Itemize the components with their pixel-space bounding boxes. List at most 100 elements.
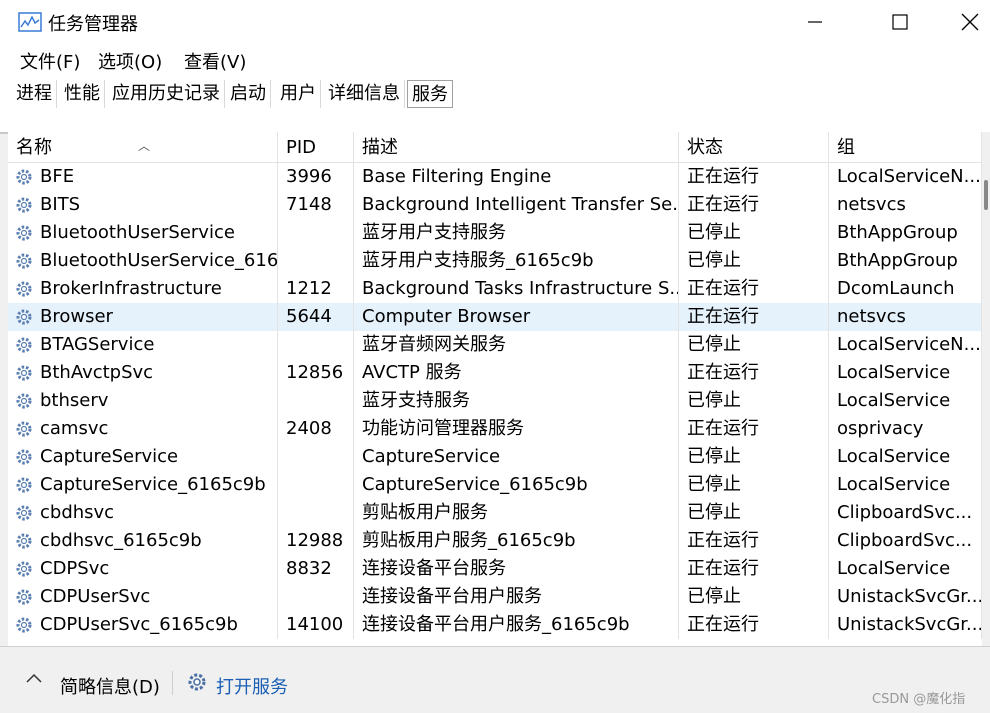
column-header-pid[interactable]: PID — [278, 132, 354, 162]
tab-processes[interactable]: 进程 — [12, 80, 57, 108]
cell-name: BluetoothUserService_616... — [8, 247, 278, 275]
maximize-button[interactable] — [865, 0, 935, 44]
tab-app-history[interactable]: 应用历史记录 — [108, 80, 225, 108]
footer-divider — [172, 671, 173, 695]
cell-pid: 1212 — [278, 275, 354, 303]
table-row[interactable]: BrokerInfrastructure 1212 Background Tasks… — [8, 275, 982, 303]
table-row[interactable]: BluetoothUserService 蓝牙用户支持服务 已停止 BthAppGro… — [8, 219, 982, 247]
table-header: 名称 ︿ PID 描述 状态 组 — [8, 132, 982, 163]
footer-bar: 简略信息(D) 打开服务 — [0, 646, 990, 713]
tab-users[interactable]: 用户 — [276, 80, 321, 108]
menu-bar: 文件(F) 选项(O) 查看(V) — [0, 44, 990, 76]
gear-icon — [14, 447, 34, 467]
column-header-group[interactable]: 组 — [829, 132, 982, 162]
cell-description: 功能访问管理器服务 — [354, 415, 679, 443]
column-header-name[interactable]: 名称 ︿ — [8, 132, 278, 162]
cell-pid: 2408 — [278, 415, 354, 443]
cell-status: 已停止 — [679, 583, 829, 611]
service-name: BFE — [40, 166, 75, 187]
cell-pid: 5644 — [278, 303, 354, 331]
cell-pid: 14100 — [278, 611, 354, 639]
cell-status: 已停止 — [679, 247, 829, 275]
table-row[interactable]: CDPUserSvc_6165c9b 14100 连接设备平台用户服务_6165c9… — [8, 611, 982, 639]
scrollbar-thumb[interactable] — [984, 180, 988, 210]
table-row[interactable]: CaptureService_6165c9b CaptureService_616… — [8, 471, 982, 499]
cell-name: BTAGService — [8, 331, 278, 359]
cell-group: LocalService — [829, 387, 982, 415]
table-row[interactable]: camsvc 2408 功能访问管理器服务 正在运行 osprivacy — [8, 415, 982, 443]
table-row[interactable]: CDPUserSvc 连接设备平台用户服务 已停止 UnistackSvcGr... — [8, 583, 982, 611]
cell-description: 连接设备平台用户服务 — [354, 583, 679, 611]
tab-startup[interactable]: 启动 — [226, 80, 271, 108]
table-row[interactable]: Browser 5644 Computer Browser 正在运行 netsvcs — [8, 303, 982, 331]
window-title: 任务管理器 — [48, 14, 138, 35]
tab-services[interactable]: 服务 — [407, 80, 453, 108]
cell-name: cbdhsvc_6165c9b — [8, 527, 278, 555]
service-name: bthserv — [40, 390, 109, 411]
table-row[interactable]: BITS 7148 Background Intelligent Transfer … — [8, 191, 982, 219]
cell-group: ClipboardSvc... — [829, 527, 982, 555]
cell-pid — [278, 499, 354, 527]
cell-name: CDPUserSvc — [8, 583, 278, 611]
cell-group: LocalService — [829, 443, 982, 471]
table-row[interactable]: CDPSvc 8832 连接设备平台服务 正在运行 LocalService — [8, 555, 982, 583]
service-name: CDPSvc — [40, 558, 110, 579]
table-row[interactable]: CaptureService CaptureService 已停止 LocalServ… — [8, 443, 982, 471]
table-row[interactable]: bthserv 蓝牙支持服务 已停止 LocalService — [8, 387, 982, 415]
menu-view[interactable]: 查看(V) — [184, 48, 246, 74]
service-name: BluetoothUserService — [40, 222, 235, 243]
tab-details[interactable]: 详细信息 — [324, 80, 405, 108]
table-row[interactable]: cbdhsvc 剪贴板用户服务 已停止 ClipboardSvc... — [8, 499, 982, 527]
cell-group: DcomLaunch — [829, 275, 982, 303]
table-row[interactable]: BluetoothUserService_616... 蓝牙用户支持服务_6165… — [8, 247, 982, 275]
vertical-scrollbar[interactable] — [982, 132, 990, 646]
services-table: 名称 ︿ PID 描述 状态 组 BFE 3996 Base Filtering E… — [8, 132, 982, 646]
cell-description: 蓝牙支持服务 — [354, 387, 679, 415]
chevron-up-icon[interactable] — [24, 671, 44, 685]
gear-icon — [14, 195, 34, 215]
menu-options[interactable]: 选项(O) — [98, 48, 162, 74]
cell-name: BluetoothUserService — [8, 219, 278, 247]
cell-pid: 12856 — [278, 359, 354, 387]
close-button[interactable] — [935, 0, 990, 44]
watermark: CSDN @魔化指 — [872, 692, 966, 707]
cell-pid — [278, 387, 354, 415]
tab-bar: 进程 性能 应用历史记录 启动 用户 详细信息 服务 — [0, 76, 990, 111]
task-manager-icon — [18, 12, 42, 32]
gear-icon — [14, 615, 34, 635]
cell-name: bthserv — [8, 387, 278, 415]
column-header-description[interactable]: 描述 — [354, 132, 679, 162]
table-row[interactable]: BthAvctpSvc 12856 AVCTP 服务 正在运行 LocalService — [8, 359, 982, 387]
cell-description: CaptureService_6165c9b — [354, 471, 679, 499]
cell-status: 已停止 — [679, 471, 829, 499]
brief-info-button[interactable]: 简略信息(D) — [60, 673, 160, 699]
cell-group: LocalServiceN... — [829, 331, 982, 359]
cell-name: BITS — [8, 191, 278, 219]
table-row[interactable]: cbdhsvc_6165c9b 12988 剪贴板用户服务_6165c9b 正在运行 C… — [8, 527, 982, 555]
menu-file[interactable]: 文件(F) — [20, 48, 80, 74]
cell-description: 蓝牙音频网关服务 — [354, 331, 679, 359]
cell-status: 正在运行 — [679, 163, 829, 191]
cell-status: 已停止 — [679, 499, 829, 527]
gear-icon — [14, 167, 34, 187]
cell-pid — [278, 583, 354, 611]
cell-pid: 8832 — [278, 555, 354, 583]
minimize-button[interactable] — [780, 0, 850, 44]
service-name: CDPUserSvc_6165c9b — [40, 614, 238, 635]
cell-description: 剪贴板用户服务_6165c9b — [354, 527, 679, 555]
tab-performance[interactable]: 性能 — [60, 80, 105, 108]
cell-group: BthAppGroup — [829, 247, 982, 275]
column-header-status[interactable]: 状态 — [679, 132, 829, 162]
gear-icon — [14, 307, 34, 327]
close-icon — [961, 13, 979, 31]
cell-group: LocalService — [829, 555, 982, 583]
table-row[interactable]: BFE 3996 Base Filtering Engine 正在运行 LocalSer… — [8, 163, 982, 191]
cell-group: LocalService — [829, 471, 982, 499]
service-name: CaptureService — [40, 446, 179, 467]
table-row[interactable]: BTAGService 蓝牙音频网关服务 已停止 LocalServiceN... — [8, 331, 982, 359]
service-name: cbdhsvc_6165c9b — [40, 530, 202, 551]
gear-icon — [14, 391, 34, 411]
open-services-link[interactable]: 打开服务 — [216, 673, 288, 699]
cell-group: LocalServiceN... — [829, 163, 982, 191]
cell-description: 蓝牙用户支持服务 — [354, 219, 679, 247]
